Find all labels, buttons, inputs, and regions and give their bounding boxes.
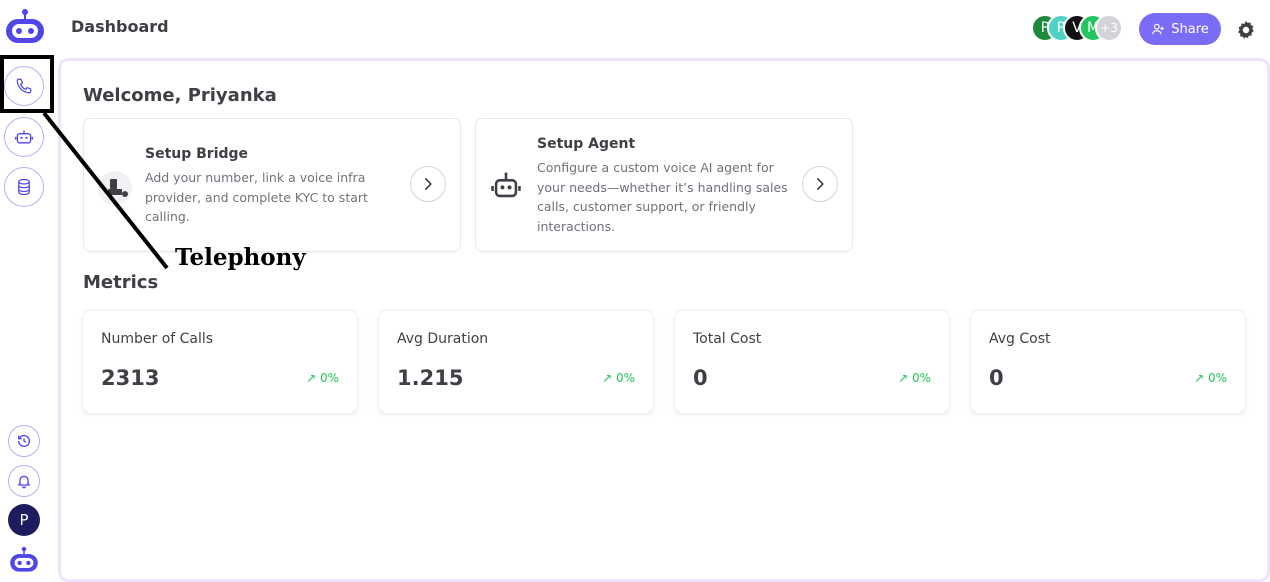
- annotation-label: Telephony: [175, 244, 306, 271]
- annotation-pointer-line: [42, 111, 169, 270]
